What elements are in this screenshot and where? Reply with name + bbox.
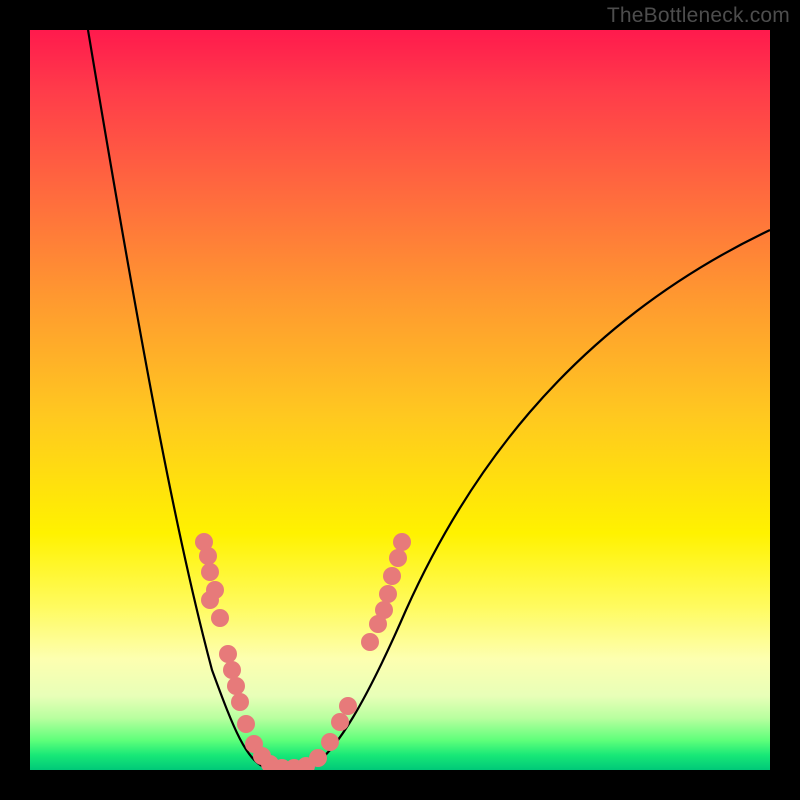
data-point [331, 713, 349, 731]
data-point [389, 549, 407, 567]
data-point [199, 547, 217, 565]
data-point [339, 697, 357, 715]
data-point [211, 609, 229, 627]
bottleneck-curve [88, 30, 770, 770]
data-point [223, 661, 241, 679]
data-point [201, 563, 219, 581]
data-point [379, 585, 397, 603]
watermark-text: TheBottleneck.com [607, 4, 790, 28]
data-point [393, 533, 411, 551]
data-point [321, 733, 339, 751]
data-markers [195, 533, 411, 770]
data-point [227, 677, 245, 695]
data-point [375, 601, 393, 619]
chart-svg [30, 30, 770, 770]
data-point [201, 591, 219, 609]
data-point [361, 633, 379, 651]
data-point [309, 749, 327, 767]
data-point [219, 645, 237, 663]
data-point [237, 715, 255, 733]
data-point [231, 693, 249, 711]
data-point [383, 567, 401, 585]
chart-plot-area [30, 30, 770, 770]
